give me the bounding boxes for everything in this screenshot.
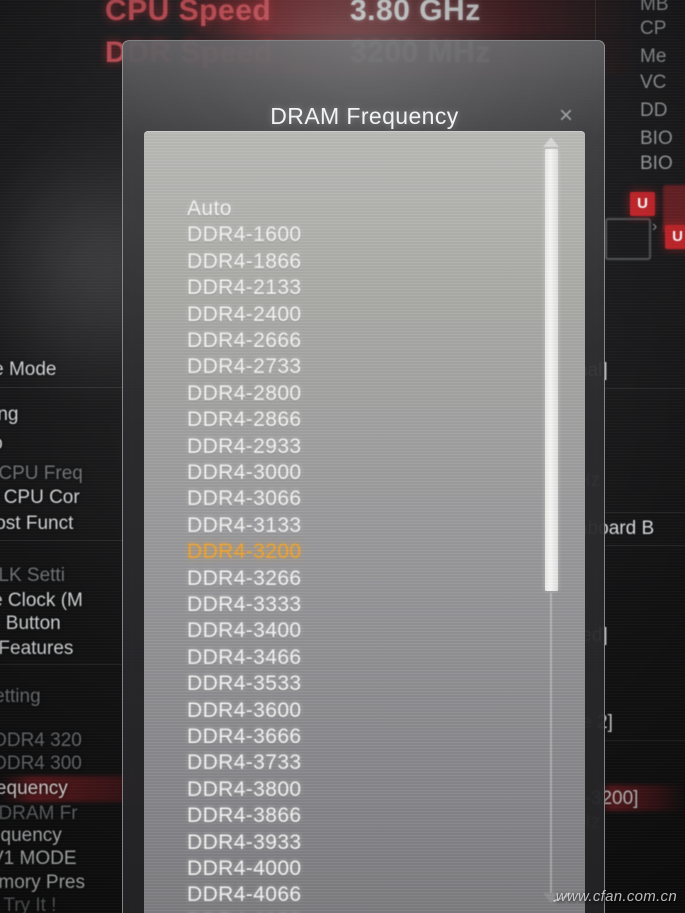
bg-row-ratio[interactable]: atio <box>0 433 3 455</box>
list-item[interactable]: DDR4-2400 <box>187 302 302 328</box>
list-item[interactable]: DDR4-2933 <box>187 434 302 460</box>
bg-row-boost-func[interactable]: Boost Funct <box>0 513 73 535</box>
bg-right-rule-1 <box>596 388 685 389</box>
list-item[interactable]: DDR4-3533 <box>187 671 302 697</box>
list-item[interactable]: DDR4-3133 <box>187 513 302 539</box>
bg-row-oc-button[interactable]: OC Button <box>0 613 61 635</box>
bg-row-en-features[interactable]: en Features <box>0 638 73 660</box>
bg-right-rule-3 <box>596 545 685 546</box>
list-item[interactable]: DDR4-3733 <box>187 750 302 776</box>
list-item[interactable]: DDR4-3200 <box>187 539 302 565</box>
list-item[interactable]: DDR4-4133 <box>187 909 302 913</box>
list-item[interactable]: DDR4-3066 <box>187 486 302 512</box>
list-item[interactable]: DDR4-2666 <box>187 328 302 354</box>
bg-row-lore-mode[interactable]: lore Mode <box>0 359 57 381</box>
bg-row-bclk-setting[interactable]: BCLK Setti <box>0 565 65 587</box>
bg-row-ed-dram-fr[interactable]: ed DRAM Fr <box>0 803 78 825</box>
dialog-title: DRAM Frequency <box>270 103 459 129</box>
bios-screen-photo: CPU Speed 3.80 GHz DDR Speed 3200 MHz lo… <box>0 0 685 913</box>
list-item[interactable]: DDR4-2733 <box>187 354 302 380</box>
list-item[interactable]: DDR4-3666 <box>187 724 302 750</box>
list-item[interactable]: DDR4-3333 <box>187 592 302 618</box>
bg-rule-3 <box>0 664 131 665</box>
bg-right-cp: CP <box>640 18 667 39</box>
close-icon[interactable]: × <box>547 99 585 133</box>
list-scrollbar[interactable] <box>540 131 562 913</box>
bg-row-l-setting[interactable]: l Setting <box>0 686 41 708</box>
bg-right-bio2: BIO <box>640 153 673 174</box>
list-item[interactable]: DDR4-4000 <box>187 856 302 882</box>
scrollbar-thumb[interactable] <box>545 149 558 591</box>
usb-badge-icon-2: U <box>665 225 685 249</box>
bios-flash-ghost-box <box>605 218 651 260</box>
list-item[interactable]: DDR4-3400 <box>187 618 302 644</box>
bg-rule-1 <box>0 387 131 388</box>
list-item[interactable]: DDR4-1600 <box>187 222 302 248</box>
bg-right-bio1: BIO <box>640 128 673 149</box>
bg-row-frequency[interactable]: Frequency <box>0 825 62 847</box>
bg-row-base-clock[interactable]: ase Clock (M <box>0 590 83 612</box>
dram-frequency-dialog: DRAM Frequency × Auto DDR4-1600 DDR4-1866 D… <box>122 40 605 913</box>
bg-row-setting[interactable]: etting <box>0 404 18 426</box>
list-item[interactable]: DDR4-1866 <box>187 249 302 275</box>
bg-row-dimm1[interactable]: 1: DDR4 320 <box>0 730 82 752</box>
bg-right-vc: VC <box>640 72 667 93</box>
bg-row-dimm2[interactable]: 2: DDR4 300 <box>0 753 82 775</box>
list-item[interactable]: DDR4-3866 <box>187 803 302 829</box>
list-item[interactable]: DDR4-4066 <box>187 882 302 908</box>
bg-right-rule-2 <box>596 512 685 513</box>
list-item[interactable]: DDR4-2800 <box>187 381 302 407</box>
bg-row-div1-mode[interactable]: DIV1 MODE <box>0 848 77 870</box>
cpu-speed-label: CPU Speed <box>105 0 272 27</box>
bg-right-dd: DD <box>640 100 668 121</box>
bg-row-frequency-selected[interactable]: Frequency <box>0 778 68 800</box>
usb-badge-icon-1: U <box>630 192 655 216</box>
dram-frequency-option-list[interactable]: Auto DDR4-1600 DDR4-1866 DDR4-2133 DDR4-2400… <box>144 131 585 913</box>
cpu-speed-value: 3.80 GHz <box>350 0 481 27</box>
bg-row-memory-preset[interactable]: Memory Pres <box>0 872 85 894</box>
list-item[interactable]: DDR4-3466 <box>187 645 302 671</box>
bg-rule-2 <box>0 540 131 541</box>
list-item[interactable]: DDR4-3800 <box>187 777 302 803</box>
bg-row-cpu-freq[interactable]: ed CPU Freq <box>0 463 83 485</box>
list-item[interactable]: Auto <box>187 196 232 222</box>
list-item[interactable]: DDR4-3933 <box>187 830 302 856</box>
list-item[interactable]: DDR4-2866 <box>187 407 302 433</box>
list-item[interactable]: DDR4-2133 <box>187 275 302 301</box>
list-item[interactable]: DDR4-3000 <box>187 460 302 486</box>
bg-row-memory-try-it[interactable]: ory Try It ! <box>0 895 56 913</box>
chevron-right-icon: › <box>652 218 658 235</box>
bg-right-mb: MB <box>640 0 669 15</box>
scrollbar-rail <box>550 593 552 893</box>
list-item[interactable]: DDR4-3266 <box>187 566 302 592</box>
list-item[interactable]: DDR4-3600 <box>187 698 302 724</box>
scroll-up-arrow-icon[interactable] <box>543 137 560 148</box>
site-watermark: www.cfan.com.cn <box>555 888 677 905</box>
bg-right-me: Me <box>640 46 667 67</box>
bg-right-rule-4 <box>596 740 685 741</box>
bg-row-cpu-core[interactable]: ted CPU Cor <box>0 487 80 509</box>
